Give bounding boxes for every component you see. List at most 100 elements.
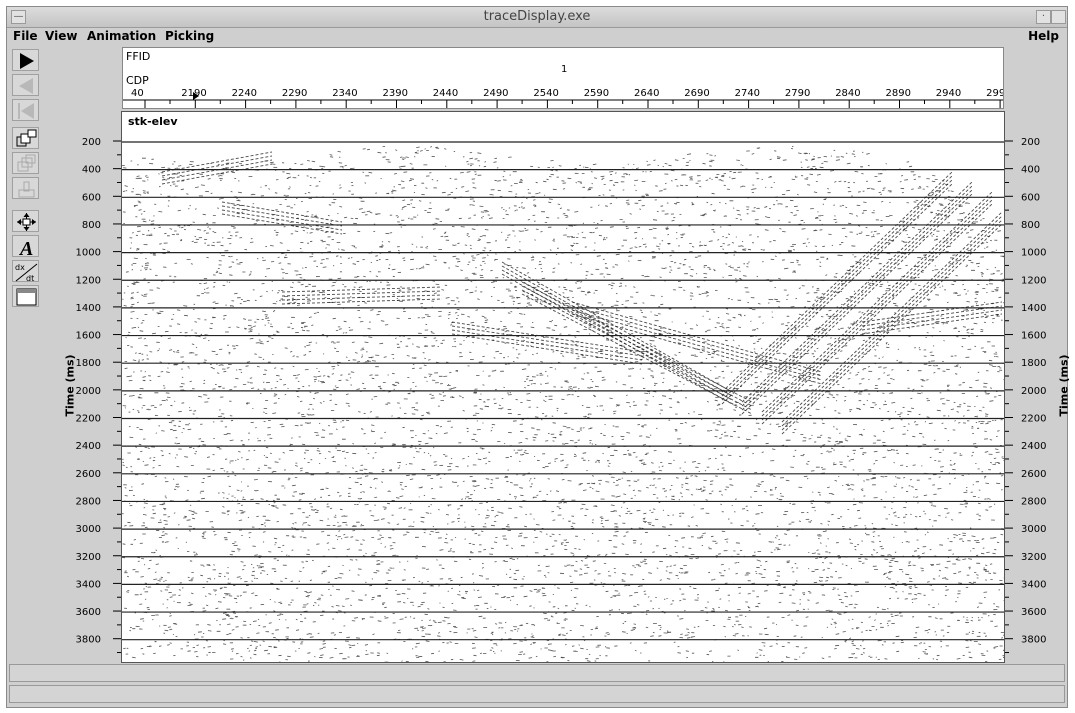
cdp-tick-label: 2240: [232, 88, 257, 99]
text-annotation-button[interactable]: A: [12, 235, 39, 258]
svg-text:dt: dt: [26, 274, 34, 283]
time-tick-label: 2400: [76, 441, 101, 452]
time-tick-label: 3600: [76, 607, 101, 618]
time-tick-label: 3000: [76, 524, 101, 535]
time-tick-label: 800: [1021, 220, 1040, 231]
cdp-tick-label: 2690: [684, 88, 709, 99]
time-tick-label: 3200: [76, 552, 101, 563]
step-back-icon: [18, 103, 34, 119]
cdp-tick-label: 2890: [886, 88, 911, 99]
export-button[interactable]: [12, 177, 39, 199]
time-tick-label: 3200: [1021, 552, 1046, 563]
time-tick-label: 1000: [1021, 248, 1046, 259]
pan-move-icon: [17, 213, 36, 231]
window-title: traceDisplay.exe: [483, 9, 591, 24]
menu-file[interactable]: File: [13, 29, 38, 43]
seismic-traces: [122, 141, 1004, 662]
time-tick-label: 1600: [76, 331, 101, 342]
trace-header-panel: FFID 1 CDP 40219022402290234023902440249…: [122, 47, 1004, 109]
cdp-tick-label: 2790: [785, 88, 810, 99]
time-tick-label: 600: [82, 192, 101, 203]
velocity-dxdt-button[interactable]: dx dt: [12, 260, 39, 283]
cdp-tick-label: 2490: [483, 88, 508, 99]
svg-text:A: A: [18, 238, 33, 258]
step-back-button[interactable]: [12, 99, 39, 121]
cdp-tick-label: 2540: [533, 88, 558, 99]
play-backward-button[interactable]: [12, 74, 39, 96]
time-ticks-left: 200 400 600 800 1000 1200 1400 1600 1800 2000 2200…: [76, 137, 121, 654]
time-tick-label: 1600: [1021, 331, 1046, 342]
menu-bar: File View Animation Picking Help: [7, 28, 1067, 45]
status-bar-secondary: [9, 685, 1065, 703]
minimize-button[interactable]: ·: [1036, 10, 1051, 24]
time-tick-label: 3800: [1021, 635, 1046, 646]
maximize-button[interactable]: [1051, 10, 1066, 24]
play-forward-icon: [20, 53, 34, 69]
menu-help[interactable]: Help: [1028, 29, 1059, 43]
cdp-tick-label: 2990: [986, 88, 1003, 99]
time-tick-label: 400: [1021, 165, 1040, 176]
stack-window-button[interactable]: [12, 152, 39, 174]
export-icon: [18, 181, 35, 198]
app-window: — traceDisplay.exe · File View Animation…: [6, 6, 1071, 708]
play-forward-button[interactable]: [12, 49, 39, 71]
time-tick-label: 2600: [1021, 469, 1046, 480]
time-tick-label: 1800: [1021, 358, 1046, 369]
tool-palette: A dx dt: [9, 47, 43, 661]
menu-animation[interactable]: Animation: [87, 29, 156, 43]
time-tick-label: 2400: [1021, 441, 1046, 452]
copy-window-icon: [16, 129, 37, 147]
cdp-tick-label: 2390: [383, 88, 408, 99]
measure-box-icon: [16, 288, 37, 306]
menu-picking[interactable]: Picking: [165, 29, 214, 43]
time-axis-left: Time (ms) 200 400 600 800 1000 1200 1400 1600 18…: [57, 111, 121, 663]
time-tick-label: 400: [82, 165, 101, 176]
cdp-tick-label: 2840: [835, 88, 860, 99]
cdp-tick-label: 2290: [282, 88, 307, 99]
time-tick-label: 2600: [76, 469, 101, 480]
cdp-tick-label: 2640: [634, 88, 659, 99]
play-backward-icon: [19, 78, 33, 94]
time-tick-label: 2200: [76, 414, 101, 425]
text-annotation-icon: A: [18, 238, 33, 258]
cdp-axis: 4021902240229023402390244024902540259026…: [123, 88, 1003, 108]
time-tick-label: 200: [1021, 137, 1040, 148]
cdp-tick-label: 2590: [584, 88, 609, 99]
time-tick-label: 1800: [76, 358, 101, 369]
measure-box-button[interactable]: [12, 285, 39, 307]
velocity-dxdt-icon: dxdt: [15, 263, 38, 283]
time-tick-label: 3600: [1021, 607, 1046, 618]
timing-lines: [122, 141, 1004, 641]
copy-window-button[interactable]: [12, 127, 39, 149]
time-tick-label: 3400: [1021, 579, 1046, 590]
time-tick-label: 3800: [76, 635, 101, 646]
time-tick-label: 2000: [1021, 386, 1046, 397]
time-tick-label: 2800: [1021, 496, 1046, 507]
time-tick-label: 600: [1021, 192, 1040, 203]
time-tick-label: 200: [82, 137, 101, 148]
cdp-tick-label: 40: [131, 88, 144, 99]
stack-window-icon: [17, 154, 36, 172]
status-bar-primary: [9, 664, 1065, 682]
reflection-events: [161, 151, 1003, 435]
menu-view[interactable]: View: [45, 29, 77, 43]
cdp-tick-label: 2440: [433, 88, 458, 99]
time-tick-label: 2800: [76, 496, 101, 507]
time-tick-label: 1400: [1021, 303, 1046, 314]
cdp-tick-label: 2340: [332, 88, 357, 99]
time-tick-label: 1000: [76, 248, 101, 259]
time-tick-label: 1400: [76, 303, 101, 314]
time-tick-label: 2000: [76, 386, 101, 397]
title-bar[interactable]: — traceDisplay.exe ·: [7, 7, 1067, 28]
time-axis-right: Time (ms) 200 400 600 800 1000 1200 1400 1600 18…: [1005, 111, 1071, 663]
cdp-tick-label: 2740: [735, 88, 760, 99]
seismic-display-canvas[interactable]: stk-elev: [121, 111, 1005, 663]
time-ticks-right: 200 400 600 800 1000 1200 1400 1600 1800 2000 2200…: [1005, 137, 1046, 654]
pan-move-button[interactable]: [12, 210, 39, 232]
cdp-tick-label: 2940: [936, 88, 961, 99]
time-tick-label: 800: [82, 220, 101, 231]
time-tick-label: 2200: [1021, 414, 1046, 425]
time-tick-label: 1200: [76, 275, 101, 286]
time-tick-label: 3000: [1021, 524, 1046, 535]
time-tick-label: 3400: [76, 579, 101, 590]
